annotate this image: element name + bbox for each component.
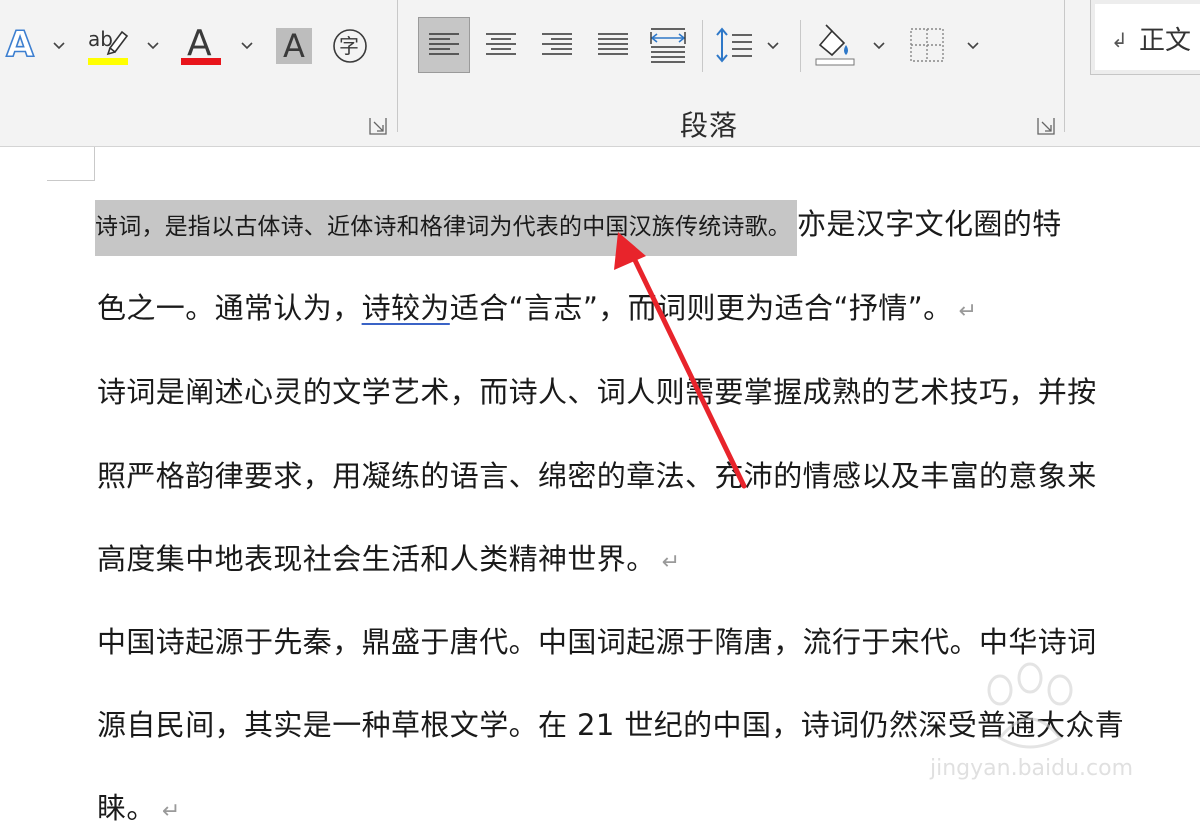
text-effect-button[interactable]: A [2, 24, 38, 66]
justify-icon [598, 33, 628, 55]
style-gallery-normal[interactable]: ↲ 正文 [1090, 0, 1200, 75]
justify-button[interactable] [590, 17, 636, 73]
font-color-dropdown[interactable] [240, 39, 254, 53]
borders-button[interactable] [906, 22, 948, 68]
text-line: 中国诗起源于先秦，鼎盛于唐代。中国词起源于隋唐，流行于宋代。中华诗词 [97, 619, 1097, 661]
svg-text:ab: ab [88, 27, 113, 51]
text-line: 色之一。通常认为，诗较为适合“言志”，而词则更为适合“抒情”。 ↵ [97, 285, 977, 327]
chevron-down-icon [967, 42, 979, 50]
text-line: 诗词，是指以古体诗、近体诗和格律词为代表的中国汉族传统诗歌。 亦是汉字文化圈的特 [95, 200, 1062, 256]
borders-icon [910, 28, 944, 62]
chevron-down-icon [767, 42, 779, 50]
borders-dropdown[interactable] [966, 39, 980, 53]
text-run: 照严格韵律要求，用凝练的语言、绵密的章法、充沛的情感以及丰富的意象来 [97, 459, 1097, 493]
ribbon-home-tab: A ab A A 字 段落 ↲ 正文 [0, 0, 1200, 147]
paragraph-dialog-launcher[interactable] [1036, 116, 1056, 136]
text-run: 睐。 [97, 791, 156, 825]
group-separator [397, 0, 398, 132]
font-dialog-launcher[interactable] [368, 116, 388, 136]
shading-icon [815, 24, 855, 66]
group-separator [1064, 0, 1065, 132]
svg-text:字: 字 [339, 34, 359, 58]
shading-button[interactable] [810, 20, 858, 70]
enclose-char-button[interactable]: 字 [330, 26, 370, 66]
paragraph-mark-icon: ↵ [161, 799, 181, 824]
text-effect-icon: A [5, 24, 34, 65]
align-center-button[interactable] [478, 17, 524, 73]
highlight-dropdown[interactable] [146, 39, 160, 53]
char-shading-icon: A [283, 27, 305, 65]
chevron-down-icon [873, 42, 885, 50]
enclosed-char-icon: 字 [333, 29, 367, 63]
group-separator [800, 20, 801, 72]
text-line: 照严格韵律要求，用凝练的语言、绵密的章法、充沛的情感以及丰富的意象来 [97, 453, 1097, 495]
text-line: 睐。 ↵ [97, 785, 181, 827]
shading-dropdown[interactable] [872, 39, 886, 53]
line-spacing-dropdown[interactable] [766, 39, 780, 53]
text-run: 适合“言志”，而词则更为适合“抒情”。 [449, 291, 953, 325]
highlighter-icon: ab [88, 27, 129, 65]
highlight-button[interactable]: ab [86, 22, 132, 68]
group-separator [702, 20, 703, 72]
text-run: 源自民间，其实是一种草根文学。在 21 世纪的中国，诗词仍然深受普通大众青 [97, 708, 1125, 742]
text-line: 高度集中地表现社会生活和人类精神世界。 ↵ [97, 536, 680, 578]
distributed-button[interactable] [644, 17, 692, 73]
svg-text:A: A [187, 23, 212, 64]
align-right-icon [542, 33, 572, 55]
text-run: 亦是汉字文化圈的特 [797, 207, 1062, 241]
chevron-down-icon [147, 42, 159, 50]
text-effect-dropdown[interactable] [52, 39, 66, 53]
style-name: 正文 [1139, 26, 1192, 56]
text-line: 诗词是阐述心灵的文学艺术，而诗人、词人则需要掌握成熟的艺术技巧，并按 [97, 369, 1097, 411]
text-run: 色之一。通常认为， [97, 291, 362, 325]
font-color-button[interactable]: A [178, 22, 224, 68]
margin-corner-mark [47, 180, 95, 181]
distributed-icon [650, 28, 686, 63]
document-page[interactable]: 诗词，是指以古体诗、近体诗和格律词为代表的中国汉族传统诗歌。 亦是汉字文化圈的特 … [0, 147, 1200, 825]
align-center-icon [486, 33, 516, 55]
text-line: 源自民间，其实是一种草根文学。在 21 世纪的中国，诗词仍然深受普通大众青 [97, 702, 1124, 744]
font-color-icon: A [181, 23, 221, 65]
char-shading-button[interactable]: A [276, 28, 312, 64]
text-run: 诗词是阐述心灵的文学艺术，而诗人、词人则需要掌握成熟的艺术技巧，并按 [97, 375, 1097, 409]
selected-text[interactable]: 诗词，是指以古体诗、近体诗和格律词为代表的中国汉族传统诗歌。 [95, 200, 797, 256]
align-left-icon [429, 33, 459, 55]
align-left-button[interactable] [418, 17, 470, 73]
paragraph-group-label: 段落 [680, 109, 739, 142]
align-right-button[interactable] [534, 17, 580, 73]
chevron-down-icon [241, 42, 253, 50]
paragraph-mark-icon: ↵ [661, 550, 681, 575]
dialog-launcher-icon [369, 118, 387, 135]
grammar-underlined-text[interactable]: 诗较为 [362, 291, 450, 325]
chevron-down-icon [53, 42, 65, 50]
text-run: 中国诗起源于先秦，鼎盛于唐代。中国词起源于隋唐，流行于宋代。中华诗词 [97, 625, 1097, 659]
dialog-launcher-icon [1037, 118, 1055, 135]
paragraph-mark-icon: ↲ [1111, 28, 1128, 52]
line-spacing-button[interactable] [712, 20, 756, 70]
text-run: 高度集中地表现社会生活和人类精神世界。 [97, 542, 656, 576]
line-spacing-icon [716, 27, 752, 63]
paragraph-mark-icon: ↵ [958, 299, 978, 324]
margin-corner-mark [94, 147, 95, 181]
